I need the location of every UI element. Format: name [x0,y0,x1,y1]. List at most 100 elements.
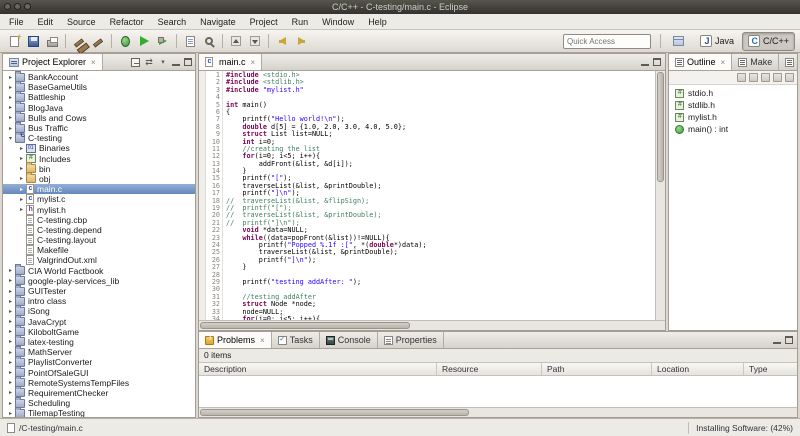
tree-item[interactable]: ▸Binaries [3,143,195,153]
minimize-view-button[interactable] [172,58,180,66]
collapsed-arrow-icon[interactable]: ▸ [17,186,26,193]
code-line[interactable]: #include "mylist.h" [226,87,655,94]
outline-item[interactable]: stdio.h [669,87,797,99]
outline-list[interactable]: stdio.hstdlib.hmylist.hmain() : int [669,85,797,330]
toolbar-save-button[interactable] [24,32,42,50]
tree-item[interactable]: ▸GUITester [3,286,195,296]
toolbar-print-button[interactable] [43,32,61,50]
collapsed-arrow-icon[interactable]: ▸ [6,338,15,345]
code-line[interactable]: struct List list=NULL; [226,131,655,138]
tree-item[interactable]: ▸main.c [3,184,195,194]
code-line[interactable]: addFront(&list, &d[i]); [226,161,655,168]
tree-item[interactable]: ▸intro class [3,296,195,306]
menu-search[interactable]: Search [151,16,194,28]
tree-item[interactable]: ▸TilemapTesting [3,408,195,417]
collapsed-arrow-icon[interactable]: ▸ [6,369,15,376]
close-icon[interactable] [260,336,265,345]
tree-item[interactable]: ▸mylist.c [3,194,195,204]
collapsed-arrow-icon[interactable]: ▸ [6,277,15,284]
tab-properties[interactable]: Properties [378,332,444,349]
collapsed-arrow-icon[interactable]: ▸ [6,298,15,305]
collapsed-arrow-icon[interactable]: ▸ [6,288,15,295]
tab-task-l[interactable]: Task L [779,54,797,71]
minimize-view-button[interactable] [773,336,781,344]
tab-project-explorer[interactable]: Project Explorer [3,54,103,71]
tab-console[interactable]: Console [320,332,378,349]
tree-item[interactable]: ▸obj [3,174,195,184]
link-with-editor-icon[interactable] [144,57,154,67]
tree-item[interactable]: ▸mylist.h [3,204,195,214]
quick-access-input[interactable] [563,34,651,49]
scrollbar-thumb[interactable] [200,409,469,416]
tab-tasks[interactable]: Tasks [272,332,320,349]
project-tree[interactable]: ▸BankAccount▸BaseGameUtils▸Battleship▸Bl… [3,71,195,417]
perspective-java-button[interactable]: Java [694,32,740,51]
tree-item[interactable]: ▸MathServer [3,347,195,357]
open-perspective-button[interactable] [670,32,688,50]
collapsed-arrow-icon[interactable]: ▸ [6,94,15,101]
menu-source[interactable]: Source [60,16,103,28]
collapse-all-icon[interactable] [737,73,746,82]
collapsed-arrow-icon[interactable]: ▸ [6,308,15,315]
expanded-arrow-icon[interactable]: ▾ [6,135,15,142]
tree-item[interactable]: ▸BaseGameUtils [3,82,195,92]
maximize-view-button[interactable] [653,58,661,66]
toolbar-new-file-button[interactable] [181,32,199,50]
code-area[interactable]: #include <stdio.h>#include <stdlib.h>#in… [223,71,655,320]
minimize-view-button[interactable] [641,58,649,66]
tree-item[interactable]: C-testing.cbp [3,215,195,225]
outline-item[interactable]: mylist.h [669,111,797,123]
collapsed-arrow-icon[interactable]: ▸ [6,349,15,356]
menu-window[interactable]: Window [315,16,361,28]
menu-run[interactable]: Run [285,16,316,28]
view-menu-icon[interactable] [158,57,168,67]
tab-problems[interactable]: Problems [199,332,272,349]
close-icon[interactable] [721,58,726,67]
tree-item[interactable]: ▸BankAccount [3,72,195,82]
collapsed-arrow-icon[interactable]: ▸ [17,206,26,213]
column-location[interactable]: Location [652,363,744,375]
minimize-window-button[interactable] [14,3,21,10]
tree-item[interactable]: C-testing.depend [3,225,195,235]
column-description[interactable]: Description [199,363,437,375]
tree-item[interactable]: Makefile [3,245,195,255]
tree-item[interactable]: ▸KiloboltGame [3,327,195,337]
collapsed-arrow-icon[interactable]: ▸ [6,267,15,274]
close-window-button[interactable] [4,3,11,10]
menu-file[interactable]: File [2,16,31,28]
tree-item[interactable]: ▸RequirementChecker [3,388,195,398]
collapsed-arrow-icon[interactable]: ▸ [17,165,26,172]
tree-item[interactable]: ▸JavaCrypt [3,317,195,327]
tree-item[interactable]: ValgrindOut.xml [3,255,195,265]
hide-static-icon[interactable] [773,73,782,82]
tree-item[interactable]: ▸PointOfSaleGUI [3,367,195,377]
sort-icon[interactable] [749,73,758,82]
collapsed-arrow-icon[interactable]: ▸ [6,125,15,132]
maximize-window-button[interactable] [24,3,31,10]
collapsed-arrow-icon[interactable]: ▸ [6,359,15,366]
scrollbar-thumb[interactable] [657,72,664,182]
code-line[interactable]: int main() [226,102,655,109]
collapsed-arrow-icon[interactable]: ▸ [6,74,15,81]
collapsed-arrow-icon[interactable]: ▸ [17,145,26,152]
hide-non-public-icon[interactable] [785,73,794,82]
toolbar-search-button[interactable] [200,32,218,50]
collapsed-arrow-icon[interactable]: ▸ [6,84,15,91]
collapsed-arrow-icon[interactable]: ▸ [17,155,26,162]
tree-item[interactable]: ▸Battleship [3,92,195,102]
editor-horizontal-scrollbar[interactable] [199,320,665,330]
tree-item[interactable]: ▸BlogJava [3,103,195,113]
menu-edit[interactable]: Edit [31,16,61,28]
tree-item[interactable]: ▸latex-testing [3,337,195,347]
column-resource[interactable]: Resource [437,363,542,375]
code-line[interactable]: printf("]\n"); [226,257,655,264]
toolbar-new-button[interactable] [5,32,23,50]
code-line[interactable] [226,94,655,101]
problems-table-body[interactable] [199,376,797,407]
close-icon[interactable] [91,58,96,67]
outline-item[interactable]: main() : int [669,123,797,135]
tree-item[interactable]: ▸Bulls and Cows [3,113,195,123]
toolbar-build-button[interactable] [89,32,107,50]
collapsed-arrow-icon[interactable]: ▸ [6,379,15,386]
column-type[interactable]: Type [744,363,797,375]
